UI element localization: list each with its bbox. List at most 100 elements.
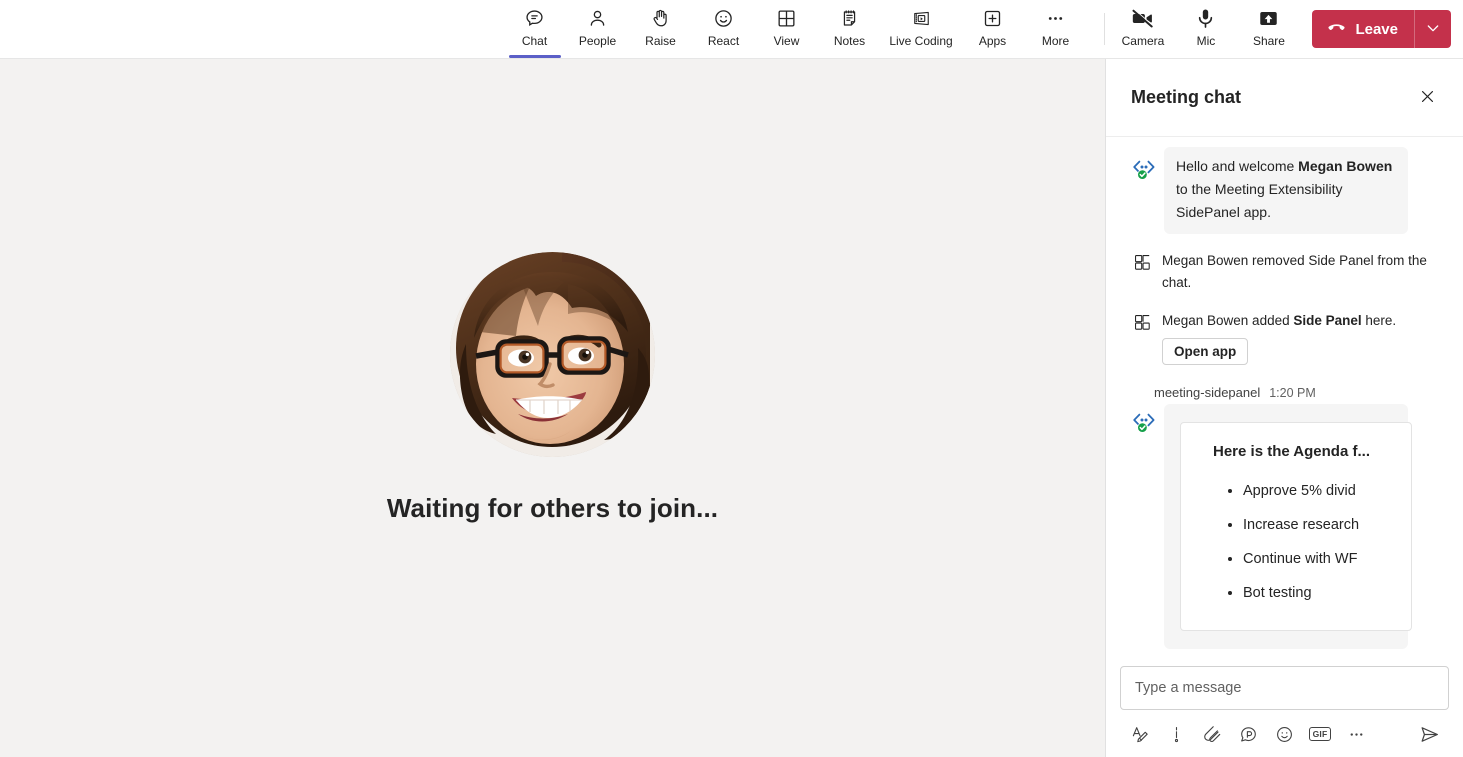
chevron-down-icon: [1425, 20, 1441, 39]
chat-message-system-removed: Megan Bowen removed Side Panel from the …: [1120, 244, 1449, 300]
toolbar-item-label: Live Coding: [889, 34, 953, 48]
share-arrow-up-icon: [1257, 6, 1280, 30]
open-app-button[interactable]: Open app: [1162, 338, 1249, 365]
list-item: Bot testing: [1243, 576, 1397, 610]
react-smiley-icon: [713, 6, 734, 30]
toolbar-item-label: View: [773, 34, 800, 48]
live-coding-icon: [911, 6, 932, 30]
device-label: Mic: [1196, 34, 1216, 48]
device-label: Camera: [1121, 34, 1165, 48]
chat-message-meta: meeting-sidepanel 1:20 PM: [1120, 385, 1449, 400]
people-icon: [587, 6, 608, 30]
close-chat-button[interactable]: [1411, 82, 1443, 114]
card-message-bubble: Here is the Agenda f... Approve 5% divid…: [1164, 404, 1412, 649]
toolbar-item-chat[interactable]: Chat: [503, 0, 566, 58]
chat-list-bottom-spacer: [1120, 649, 1449, 656]
message-text-bold: Megan Bowen: [1298, 158, 1393, 174]
participant-photo: [450, 252, 655, 457]
agenda-card[interactable]: Here is the Agenda f... Approve 5% divid…: [1180, 422, 1412, 631]
system-message-text: Megan Bowen added Side Panel here.: [1162, 310, 1396, 332]
importance-icon[interactable]: [1158, 719, 1194, 749]
toolbar-item-people[interactable]: People: [566, 0, 629, 58]
more-ellipsis-icon: [1045, 6, 1066, 30]
message-input[interactable]: [1135, 680, 1434, 696]
raise-hand-icon: [650, 6, 671, 30]
toolbar-item-notes[interactable]: Notes: [818, 0, 881, 58]
mic-toggle-button[interactable]: Mic: [1174, 0, 1237, 58]
toolbar-device-controls: Camera Mic Share Leave: [1104, 0, 1463, 58]
meeting-stage: Waiting for others to join...: [0, 59, 1105, 757]
microphone-icon: [1194, 6, 1217, 30]
system-message-body: Megan Bowen added Side Panel here. Open …: [1162, 310, 1396, 365]
message-sender-name: meeting-sidepanel: [1154, 385, 1261, 400]
device-label: Share: [1252, 34, 1285, 48]
message-text-bold: Side Panel: [1293, 313, 1362, 328]
app-square-icon: [1132, 312, 1152, 332]
compose-toolbar: GIF: [1120, 719, 1449, 749]
toolbar-item-label: React: [707, 34, 740, 48]
camera-toggle-button[interactable]: Camera: [1111, 0, 1174, 58]
avatar: [450, 252, 655, 457]
message-text-part: here.: [1361, 313, 1397, 328]
notes-icon: [839, 6, 860, 30]
active-tab-indicator: [508, 55, 561, 58]
close-icon: [1419, 88, 1436, 108]
toolbar-item-label: Raise: [645, 34, 676, 48]
toolbar-actions: Chat People Raise React View Notes Live …: [503, 0, 1087, 58]
toolbar-item-raise[interactable]: Raise: [629, 0, 692, 58]
message-text-part: Hello and welcome: [1176, 158, 1299, 174]
list-item: Continue with WF: [1243, 542, 1397, 576]
toolbar-item-label: Apps: [978, 34, 1007, 48]
message-input-box[interactable]: [1120, 666, 1449, 710]
toolbar-item-live-coding[interactable]: Live Coding: [881, 0, 961, 58]
toolbar-item-label: Chat: [521, 34, 548, 48]
app-square-icon: [1132, 252, 1152, 272]
gif-icon[interactable]: GIF: [1302, 719, 1338, 749]
leave-button[interactable]: Leave: [1312, 10, 1414, 48]
message-text-part: Megan Bowen added: [1162, 313, 1294, 328]
toolbar-item-apps[interactable]: Apps: [961, 0, 1024, 58]
toolbar-item-label: People: [578, 34, 617, 48]
leave-button-group: Leave: [1312, 10, 1451, 48]
message-text-part: to the Meeting Extensibility SidePanel a…: [1176, 181, 1343, 220]
page-title: Waiting for others to join...: [386, 493, 719, 523]
teams-meeting-window: Chat People Raise React View Notes Live …: [0, 0, 1463, 757]
chat-message-list[interactable]: Hello and welcome Megan Bowen to the Mee…: [1106, 137, 1463, 656]
list-item: Increase research: [1243, 508, 1397, 542]
send-paper-plane-icon[interactable]: [1411, 719, 1447, 749]
agenda-card-list: Approve 5% divid Increase research Conti…: [1197, 474, 1397, 610]
system-message-text: Megan Bowen removed Side Panel from the …: [1162, 253, 1427, 290]
hangup-phone-icon: [1326, 17, 1347, 42]
gif-label: GIF: [1309, 727, 1331, 741]
toolbar-item-label: More: [1041, 34, 1070, 48]
toolbar-item-react[interactable]: React: [692, 0, 755, 58]
more-options-icon[interactable]: [1338, 719, 1374, 749]
meeting-body: Waiting for others to join... Meeting ch…: [0, 59, 1463, 757]
toolbar-item-view[interactable]: View: [755, 0, 818, 58]
chat-message-system-added: Megan Bowen added Side Panel here. Open …: [1120, 304, 1449, 371]
meeting-chat-panel: Meeting chat Hello and welcome Megan Bow…: [1105, 59, 1463, 757]
chat-panel-header: Meeting chat: [1106, 59, 1463, 137]
camera-off-icon: [1131, 6, 1154, 30]
toolbar-divider: [1104, 13, 1106, 45]
stage-content: Waiting for others to join...: [387, 252, 718, 524]
meeting-toolbar: Chat People Raise React View Notes Live …: [0, 0, 1463, 59]
attach-paperclip-icon[interactable]: [1194, 719, 1230, 749]
chat-icon: [524, 6, 545, 30]
toolbar-item-more[interactable]: More: [1024, 0, 1087, 58]
apps-plus-icon: [982, 6, 1003, 30]
share-screen-button[interactable]: Share: [1237, 0, 1300, 58]
leave-options-button[interactable]: [1415, 10, 1451, 48]
bot-message-bubble: Hello and welcome Megan Bowen to the Mee…: [1164, 147, 1408, 234]
chat-message-bot-welcome: Hello and welcome Megan Bowen to the Mee…: [1120, 147, 1449, 234]
chat-panel-title: Meeting chat: [1131, 87, 1242, 107]
loop-component-icon[interactable]: [1230, 719, 1266, 749]
emoji-icon[interactable]: [1266, 719, 1302, 749]
toolbar-item-label: Notes: [833, 34, 866, 48]
bot-code-icon: [1132, 157, 1160, 181]
toolbar-left-spacer: [0, 0, 503, 58]
chat-compose-area: GIF: [1106, 656, 1463, 757]
message-timestamp: 1:20 PM: [1269, 386, 1316, 400]
list-item: Approve 5% divid: [1243, 474, 1397, 508]
format-text-icon[interactable]: [1122, 719, 1158, 749]
